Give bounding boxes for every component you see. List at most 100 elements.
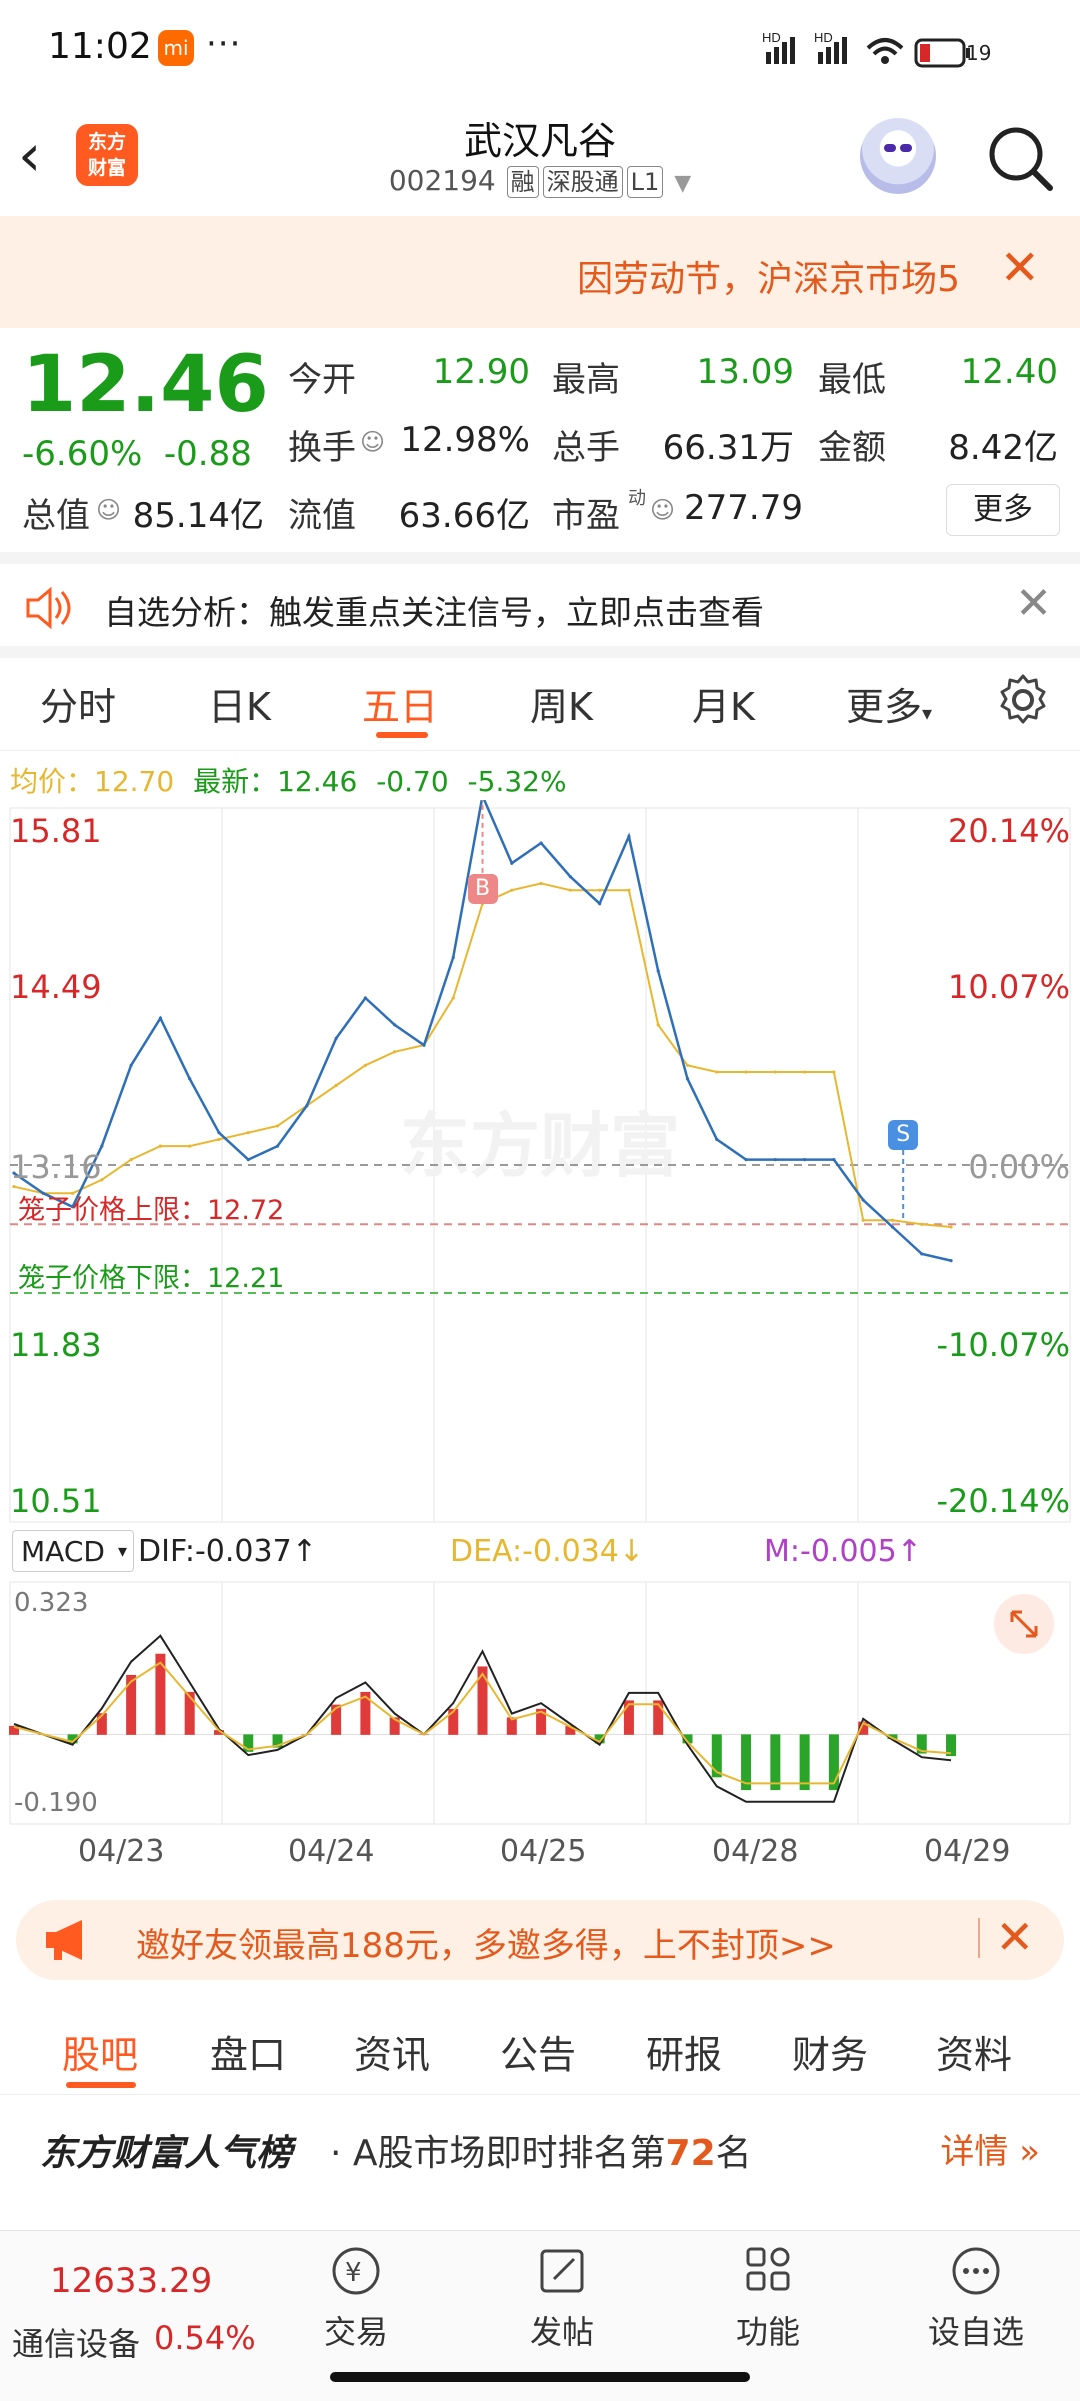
tab-intraday[interactable]: 分时	[40, 676, 116, 731]
five-day-chart[interactable]: 东方财富 15.81 14.49 13.16 11.83 10.51 20.14…	[0, 791, 1080, 1880]
avg-point	[744, 1070, 748, 1074]
x-label-3: 04/25	[500, 1834, 587, 1869]
avg-point	[393, 1050, 397, 1054]
macd-bottom-label: -0.190	[14, 1788, 98, 1818]
hd-label-2: HD	[814, 30, 833, 45]
avg-point	[451, 996, 455, 1000]
avg-point	[598, 888, 602, 892]
sector-percent[interactable]: 0.54%	[154, 2319, 256, 2357]
avg-point	[539, 881, 543, 886]
promo-separator	[978, 1918, 980, 1958]
tab-announcements[interactable]: 公告	[500, 2024, 576, 2079]
info-icon[interactable]: ☺	[360, 428, 385, 456]
latest-label: 最新：	[193, 765, 278, 798]
search-icon[interactable]	[980, 118, 1060, 198]
chart-legend: 均价：12.70 最新：12.46 -0.70 -5.32%	[10, 760, 567, 800]
cage-upper-text: 笼子价格上限：12.72	[18, 1188, 284, 1227]
avg-point	[803, 1070, 807, 1074]
price-point	[539, 841, 543, 845]
popularity-rank[interactable]: 东方财富人气榜 · A股市场即时排名第72名 详情 »	[0, 2100, 1080, 2200]
sell-marker[interactable]: S	[888, 1120, 919, 1151]
avg-point	[685, 1063, 690, 1067]
pe-dynamic-mark: 动	[628, 488, 646, 509]
avg-point	[217, 1137, 221, 1142]
double-chevron-icon: »	[1008, 2132, 1040, 2172]
price-point	[275, 1144, 280, 1148]
info-icon[interactable]: ☺	[96, 496, 121, 524]
assistant-avatar-icon[interactable]	[860, 118, 936, 194]
float-value: 63.66亿	[398, 496, 530, 536]
banner-close-icon[interactable]: ✕	[1000, 240, 1040, 296]
y-label-4: 11.83	[10, 1326, 102, 1364]
price-point	[656, 969, 660, 973]
price-point	[363, 996, 367, 1000]
tab-forum[interactable]: 股吧	[62, 2024, 138, 2079]
tab-research[interactable]: 研报	[646, 2024, 722, 2079]
banner-text: 因劳动节，沪深京市场5	[577, 259, 960, 300]
y-label-2: 14.49	[10, 968, 102, 1006]
buy-marker[interactable]: B	[467, 873, 498, 904]
price-point	[510, 861, 514, 865]
caret-down-icon: ▾	[117, 1541, 127, 1562]
app-badge-icon: mi	[158, 30, 194, 66]
price-point	[305, 1104, 309, 1108]
y-label-bottom: 10.51	[10, 1482, 102, 1520]
expand-icon[interactable]	[994, 1594, 1054, 1654]
holiday-banner[interactable]: 因劳动节，沪深京市场5 ✕	[0, 216, 1080, 328]
sector-index-value[interactable]: 12633.29	[50, 2261, 212, 2301]
more-quote-button[interactable]: 更多	[946, 484, 1060, 536]
avg-point	[627, 888, 631, 892]
nav-trade[interactable]: ¥ 交易	[296, 2243, 416, 2353]
info-tabs: 股吧 盘口 资讯 公告 研报 财务 资料	[0, 2004, 1080, 2095]
rank-prefix: · A股市场即时排名第	[330, 2133, 666, 2174]
notice-bar[interactable]: 自选分析：触发重点关注信号，立即点击查看 ✕	[0, 566, 1080, 646]
macd-m: M:-0.005↑	[764, 1534, 922, 1569]
pe-value: 277.79	[684, 488, 803, 528]
tab-monthly-k[interactable]: 月K	[692, 676, 755, 731]
price-point	[598, 902, 602, 906]
tab-five-day[interactable]: 五日	[362, 676, 438, 731]
status-icons: HD HD	[762, 30, 970, 68]
avg-point	[510, 888, 514, 892]
price-point	[129, 1063, 133, 1067]
chart-tabs: 分时 日K 五日 周K 月K 更多▾	[0, 660, 1080, 751]
price-point	[803, 1158, 807, 1162]
avg-point	[275, 1124, 280, 1128]
info-icon[interactable]: ☺	[650, 496, 675, 524]
gear-icon[interactable]	[995, 672, 1051, 728]
nav-add-watchlist[interactable]: 设自选	[916, 2243, 1036, 2353]
price-point	[744, 1158, 748, 1162]
dea-arrow: ↓	[618, 1534, 645, 1569]
nav-functions-label: 功能	[735, 2313, 800, 2351]
nav-post[interactable]: 发帖	[502, 2243, 622, 2353]
turnover-label: 换手	[288, 428, 356, 468]
avg-point	[246, 1131, 250, 1135]
promo-close-icon[interactable]: ✕	[995, 1910, 1034, 1964]
pe-label: 市盈	[552, 496, 620, 536]
notice-close-icon[interactable]: ✕	[1015, 578, 1052, 629]
tab-more[interactable]: 更多▾	[846, 676, 932, 731]
tab-orderbook[interactable]: 盘口	[210, 2024, 286, 2079]
change-amount: -0.88	[163, 434, 252, 474]
macd-selector[interactable]: MACD ▾	[12, 1530, 134, 1572]
tab-profile[interactable]: 资料	[936, 2024, 1012, 2079]
cage-upper-label: 笼子价格上限：	[18, 1195, 207, 1226]
home-indicator	[330, 2372, 750, 2382]
tab-financials[interactable]: 财务	[792, 2024, 868, 2079]
divider	[0, 552, 1080, 564]
rank-detail-link[interactable]: 详情 »	[940, 2124, 1040, 2173]
y-pct-2: 10.07%	[947, 968, 1070, 1006]
tab-news[interactable]: 资讯	[354, 2024, 430, 2079]
sector-name[interactable]: 通信设备	[12, 2319, 140, 2365]
invite-promo-banner[interactable]: 邀好友领最高188元，多邀多得，上不封顶>> ✕	[16, 1900, 1064, 1980]
tab-daily-k[interactable]: 日K	[208, 676, 271, 731]
notice-text: 自选分析：触发重点关注信号，立即点击查看	[104, 593, 764, 632]
macd-bar-up	[477, 1666, 488, 1735]
nav-functions[interactable]: 功能	[708, 2243, 828, 2353]
macd-bar-up	[126, 1674, 137, 1735]
speaker-icon	[26, 586, 71, 630]
avg-point	[129, 1158, 133, 1162]
dif-value: -0.037	[194, 1534, 292, 1569]
latest-change: -0.70	[376, 765, 449, 798]
tab-weekly-k[interactable]: 周K	[530, 676, 593, 731]
